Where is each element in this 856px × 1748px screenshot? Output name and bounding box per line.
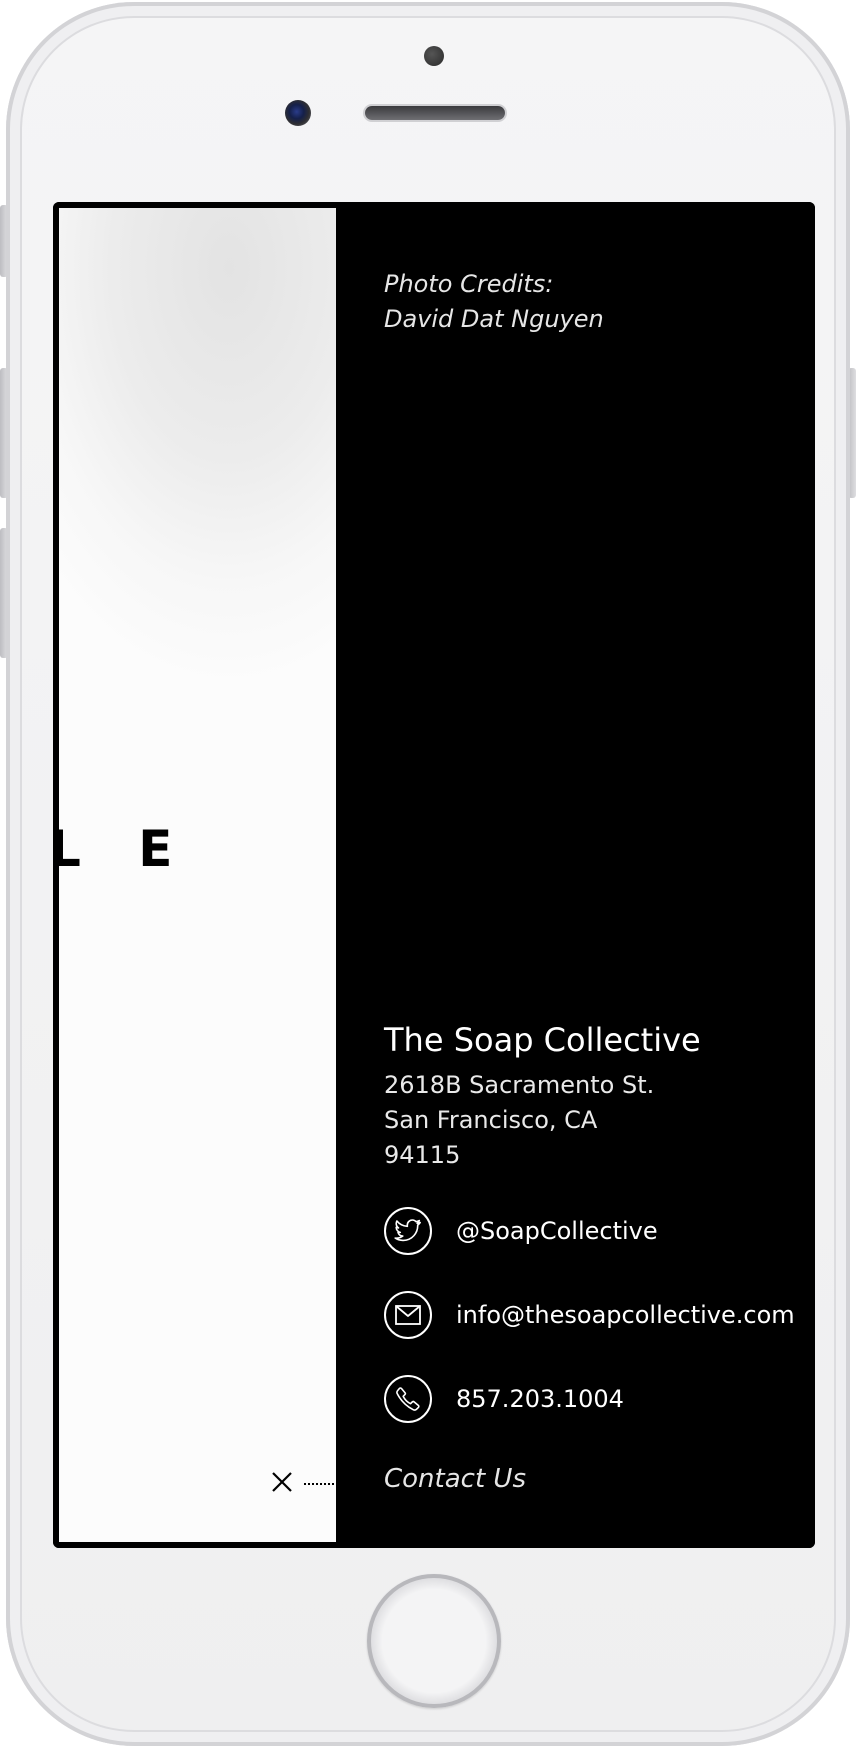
email-address: info@thesoapcollective.com — [456, 1301, 795, 1329]
page-heading-partial: L E — [59, 820, 193, 878]
twitter-icon — [384, 1207, 432, 1255]
photo-credits-name: David Dat Nguyen — [384, 305, 604, 333]
proximity-sensor — [424, 46, 444, 66]
close-leader-line — [304, 1483, 336, 1485]
device-frame: L E Photo Credits: David Dat Nguyen The … — [0, 0, 856, 1748]
close-icon[interactable] — [270, 1470, 294, 1494]
company-name: The Soap Collective — [384, 1021, 701, 1059]
contact-us-link[interactable]: Contact Us — [384, 1464, 526, 1494]
address-zip: 94115 — [384, 1141, 461, 1169]
twitter-handle: @SoapCollective — [456, 1217, 658, 1245]
address-city: San Francisco, CA — [384, 1106, 598, 1134]
home-button[interactable] — [367, 1574, 501, 1708]
photo-credits: Photo Credits: David Dat Nguyen — [384, 267, 604, 337]
address-street: 2618B Sacramento St. — [384, 1071, 655, 1099]
email-link[interactable]: info@thesoapcollective.com — [384, 1291, 795, 1339]
mail-icon — [384, 1291, 432, 1339]
photo-credits-label: Photo Credits: — [384, 270, 554, 298]
front-camera — [285, 100, 311, 126]
screen: L E Photo Credits: David Dat Nguyen The … — [53, 202, 815, 1548]
page-content-preview[interactable]: L E — [59, 208, 336, 1542]
address-block: 2618B Sacramento St. San Francisco, CA 9… — [384, 1068, 654, 1173]
phone-number: 857.203.1004 — [456, 1385, 624, 1413]
phone-icon — [384, 1375, 432, 1423]
phone-body: L E Photo Credits: David Dat Nguyen The … — [6, 2, 850, 1746]
earpiece-speaker — [365, 106, 505, 120]
phone-link[interactable]: 857.203.1004 — [384, 1375, 624, 1423]
twitter-link[interactable]: @SoapCollective — [384, 1207, 658, 1255]
info-menu-panel: Photo Credits: David Dat Nguyen The Soap… — [336, 202, 815, 1548]
